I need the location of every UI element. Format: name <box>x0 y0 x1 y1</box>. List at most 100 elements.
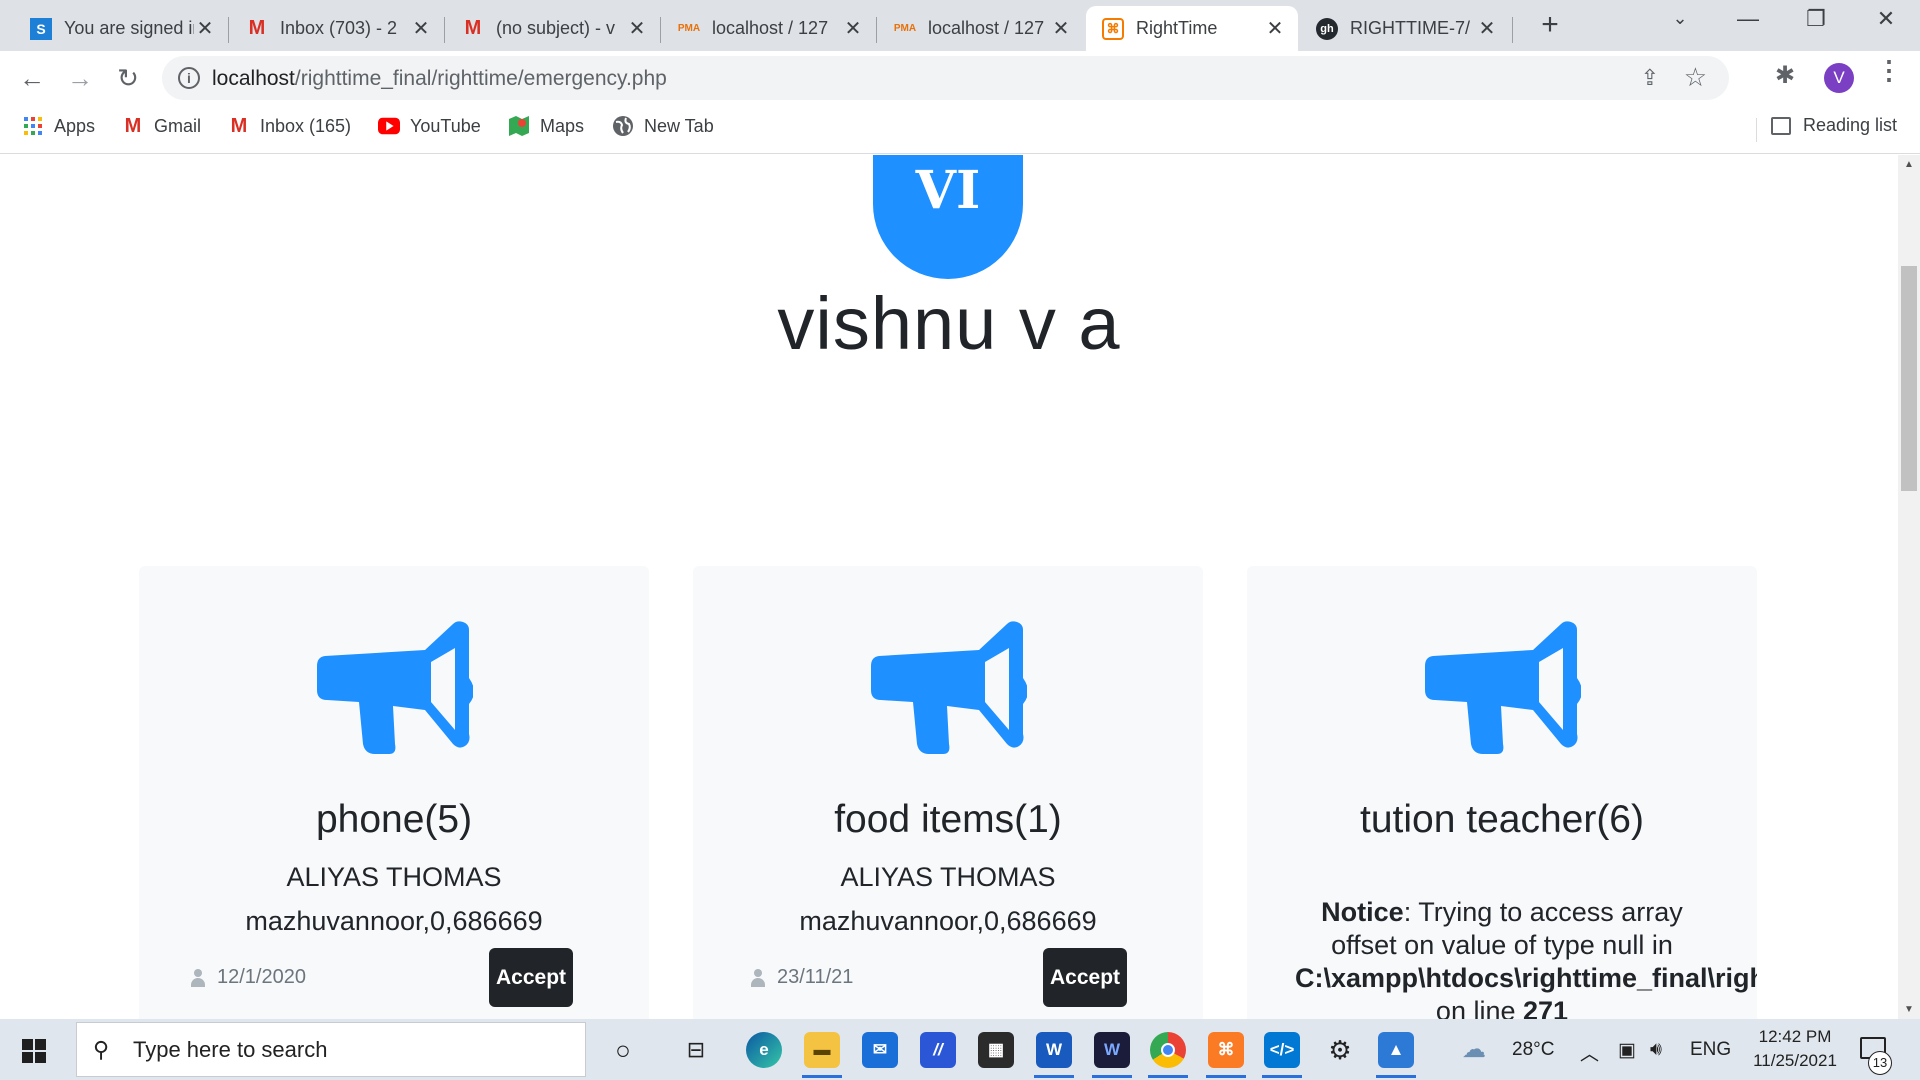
edge-icon[interactable]: e <box>746 1032 782 1068</box>
close-window-button[interactable]: ✕ <box>1866 6 1906 32</box>
tab-righttime[interactable]: ⌘ RightTime ✕ <box>1086 6 1298 51</box>
close-icon[interactable]: ✕ <box>842 16 864 41</box>
bookmark-new-tab[interactable]: New Tab <box>612 115 714 137</box>
tab-divider <box>228 17 229 43</box>
bookmark-inbox[interactable]: M Inbox (165) <box>228 115 351 137</box>
xampp-icon: ⌘ <box>1102 17 1124 40</box>
card-title: food items(1) <box>834 798 1062 841</box>
close-icon[interactable]: ✕ <box>626 16 648 41</box>
reading-list-button[interactable]: Reading list <box>1771 115 1897 136</box>
app-icon[interactable]: // <box>920 1032 956 1068</box>
card-title: phone(5) <box>315 798 473 841</box>
back-button[interactable]: ← <box>14 60 50 96</box>
close-icon[interactable]: ✕ <box>194 16 216 41</box>
tab-search-icon[interactable]: ⌄ <box>1660 8 1700 29</box>
card-title: tution teacher(6) <box>1360 798 1644 841</box>
phpmyadmin-icon: PMA <box>677 23 701 34</box>
task-view-icon[interactable]: ⊟ <box>678 1032 714 1068</box>
meet-now-icon[interactable]: ▣ <box>1618 1039 1636 1062</box>
globe-icon <box>612 115 634 137</box>
extensions-icon[interactable]: ✱ <box>1775 61 1795 90</box>
bookmark-star-icon[interactable]: ☆ <box>1684 62 1707 93</box>
tab-title: You are signed in <box>64 18 194 38</box>
restore-button[interactable]: ❐ <box>1796 6 1836 32</box>
tab-divider <box>1512 17 1513 43</box>
bookmark-maps[interactable]: Maps <box>508 115 584 137</box>
page-scrollbar[interactable]: ▲ ▼ <box>1898 155 1920 1019</box>
close-icon[interactable]: ✕ <box>1050 16 1072 41</box>
webex-icon[interactable]: W <box>1094 1032 1130 1068</box>
card-date-text: 23/11/21 <box>777 966 854 988</box>
chrome-menu-icon[interactable]: ⋮ <box>1876 55 1902 86</box>
close-icon[interactable]: ✕ <box>1476 16 1498 41</box>
language-indicator[interactable]: ENG <box>1690 1039 1731 1061</box>
notice-path: C:\xampp\htdocs\righttime_final\righttim… <box>1295 963 1757 993</box>
request-card: tution teacher(6) Notice: Trying to acce… <box>1247 566 1757 1019</box>
xampp-icon[interactable]: ⌘ <box>1208 1032 1244 1068</box>
user-icon <box>751 968 765 987</box>
request-card: phone(5) ALIYAS THOMAS mazhuvannoor,0,68… <box>139 566 649 1019</box>
tab-4[interactable]: PMA localhost / 127 ✕ <box>878 6 1084 51</box>
tab-title: (no subject) - v <box>496 18 616 38</box>
accept-button[interactable]: Accept <box>1043 948 1127 1007</box>
volume-icon[interactable]: 🔊︎ <box>1650 1039 1662 1061</box>
bookmark-apps[interactable]: Apps <box>22 115 95 137</box>
minimize-button[interactable]: — <box>1728 6 1768 32</box>
notice-message-2: offset on value of type null in <box>1331 930 1673 960</box>
site-info-icon[interactable]: i <box>178 67 200 89</box>
bookmark-divider <box>1756 118 1757 142</box>
tab-6[interactable]: gh RIGHTTIME-7/ ✕ <box>1300 6 1510 51</box>
store-icon[interactable]: ▦ <box>978 1032 1014 1068</box>
scroll-up-arrow-icon[interactable]: ▲ <box>1904 159 1914 170</box>
tab-divider <box>444 17 445 43</box>
forward-button[interactable]: → <box>62 60 98 96</box>
active-indicator <box>1376 1075 1416 1078</box>
weather-temp[interactable]: 28°C <box>1512 1039 1554 1061</box>
new-tab-button[interactable]: + <box>1530 8 1570 42</box>
close-icon[interactable]: ✕ <box>1264 16 1286 41</box>
tab-1[interactable]: M Inbox (703) - 2 ✕ <box>230 6 444 51</box>
active-indicator <box>1206 1075 1246 1078</box>
weather-icon[interactable]: ☁ <box>1462 1035 1486 1064</box>
active-indicator <box>1262 1075 1302 1078</box>
accept-button[interactable]: Accept <box>489 948 573 1007</box>
profile-avatar[interactable]: V <box>1824 63 1854 93</box>
taskbar-clock[interactable]: 12:42 PM 11/25/2021 <box>1750 1025 1840 1073</box>
scrollbar-thumb[interactable] <box>1901 266 1917 491</box>
close-icon[interactable]: ✕ <box>410 16 432 41</box>
tab-0[interactable]: S You are signed in ✕ <box>14 6 228 51</box>
bookmark-youtube[interactable]: YouTube <box>378 115 481 137</box>
request-card: food items(1) ALIYAS THOMAS mazhuvannoor… <box>693 566 1203 1019</box>
file-explorer-icon[interactable]: ▬ <box>804 1032 840 1068</box>
share-icon[interactable]: ⇪ <box>1641 65 1659 91</box>
settings-gear-icon[interactable]: ⚙ <box>1322 1032 1358 1068</box>
card-owner: ALIYAS THOMAS <box>840 862 1056 892</box>
word-icon[interactable]: W <box>1036 1032 1072 1068</box>
mail-icon[interactable]: ✉ <box>862 1032 898 1068</box>
bookmark-gmail[interactable]: M Gmail <box>122 115 201 137</box>
reload-button[interactable]: ↻ <box>110 60 146 96</box>
tab-title: RightTime <box>1136 18 1218 38</box>
photos-icon[interactable]: ▲ <box>1378 1032 1414 1068</box>
vscode-icon[interactable]: </> <box>1264 1032 1300 1068</box>
taskbar-search-box[interactable]: ⚲ Type here to search <box>76 1022 586 1077</box>
tab-3[interactable]: PMA localhost / 127 ✕ <box>662 6 876 51</box>
active-indicator <box>1092 1075 1132 1078</box>
address-bar[interactable]: i localhost/righttime_final/righttime/em… <box>162 56 1729 100</box>
tab-title: RIGHTTIME-7/ <box>1350 18 1470 38</box>
reading-list-icon <box>1771 116 1791 135</box>
tab-title: Inbox (703) - 2 <box>280 18 398 38</box>
page-content: VI vishnu v a phone(5) ALIYAS THOMAS maz… <box>0 155 1898 1019</box>
cortana-icon[interactable]: ○ <box>605 1032 641 1068</box>
windows-start-icon[interactable] <box>22 1039 46 1063</box>
gmail-icon: M <box>230 114 248 137</box>
url-text[interactable]: localhost/righttime_final/righttime/emer… <box>212 67 667 91</box>
card-owner: ALIYAS THOMAS <box>286 862 502 892</box>
chrome-icon[interactable] <box>1150 1032 1186 1068</box>
tab-2[interactable]: M (no subject) - v ✕ <box>446 6 660 51</box>
bookmark-label: Apps <box>54 115 96 136</box>
clock-time: 12:42 PM <box>1758 1027 1832 1046</box>
scroll-down-arrow-icon[interactable]: ▼ <box>1904 1004 1914 1015</box>
github-icon: gh <box>1316 17 1338 40</box>
show-hidden-icons-chevron-icon[interactable]: ︿ <box>1580 1039 1599 1066</box>
